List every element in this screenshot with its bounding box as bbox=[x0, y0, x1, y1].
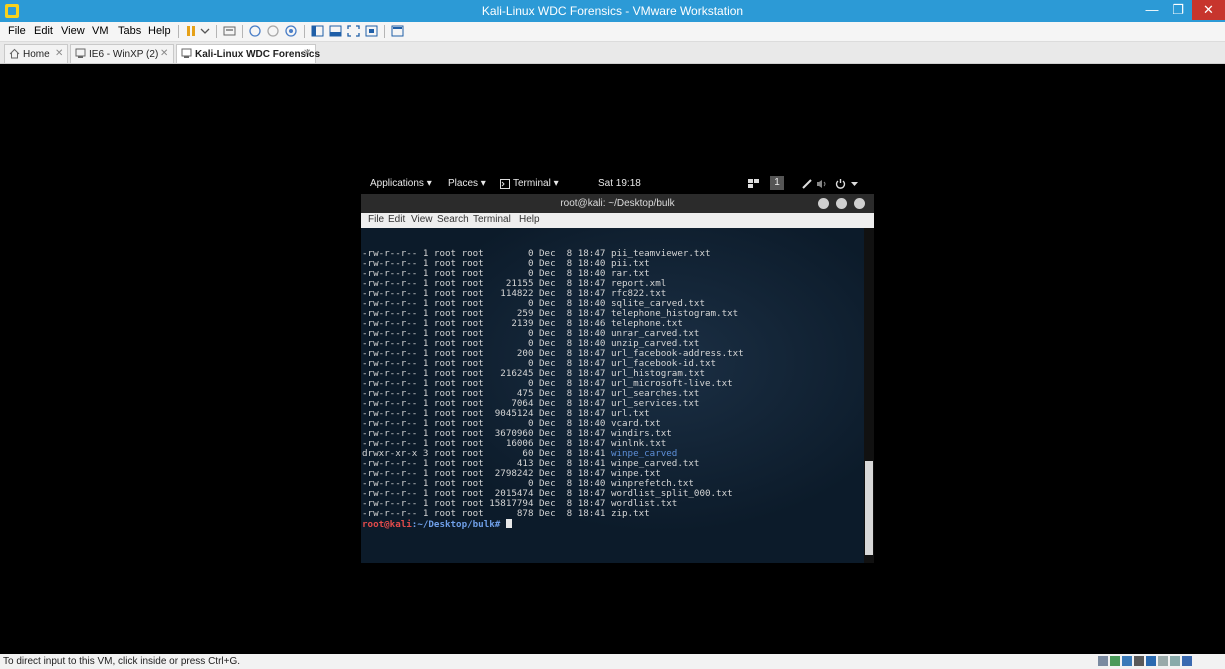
network-icon[interactable] bbox=[802, 179, 812, 189]
tab-label: Home bbox=[23, 49, 50, 60]
chevron-down-icon[interactable] bbox=[851, 182, 858, 187]
terminal-menu-edit[interactable]: Edit bbox=[388, 214, 405, 225]
gnome-top-panel: Applications ▾ Places ▾ Terminal ▾ Sat 1… bbox=[361, 174, 874, 194]
thumbnail-icon[interactable] bbox=[328, 24, 343, 38]
home-tab-icon bbox=[9, 48, 20, 59]
menu-view[interactable]: View bbox=[61, 25, 85, 37]
tab-close-icon[interactable]: ✕ bbox=[55, 48, 63, 59]
fullscreen-icon[interactable] bbox=[346, 24, 361, 38]
unity-icon[interactable] bbox=[364, 24, 379, 38]
scrollbar-thumb[interactable] bbox=[865, 461, 873, 555]
workspace-icon[interactable] bbox=[748, 179, 760, 189]
file-name: zip.txt bbox=[610, 508, 650, 519]
snapshot-manager-icon[interactable] bbox=[284, 24, 299, 38]
tab-close-icon[interactable]: ✕ bbox=[303, 48, 311, 59]
terminal-menu-file[interactable]: File bbox=[368, 214, 384, 225]
status-message: To direct input to this VM, click inside… bbox=[3, 656, 241, 667]
terminal-text: -rw-r--r-- 1 root root 0 Dec 8 18:47 pii… bbox=[362, 229, 744, 549]
statusbar: To direct input to this VM, click inside… bbox=[0, 654, 1225, 669]
tab-label: Kali-Linux WDC Forensics bbox=[195, 49, 321, 60]
menu-file[interactable]: File bbox=[8, 25, 26, 37]
toolbar-separator bbox=[242, 25, 243, 38]
cd-icon[interactable] bbox=[1110, 656, 1120, 666]
terminal-output[interactable]: -rw-r--r-- 1 root root 0 Dec 8 18:47 pii… bbox=[361, 228, 864, 563]
terminal-close-button[interactable] bbox=[854, 198, 865, 209]
toolbar-separator bbox=[178, 25, 179, 38]
terminal-title: root@kali: ~/Desktop/bulk bbox=[560, 198, 675, 209]
toolbar-separator bbox=[384, 25, 385, 38]
clock[interactable]: Sat 19:18 bbox=[598, 178, 641, 189]
send-keys-icon[interactable] bbox=[222, 24, 237, 38]
menu-help[interactable]: Help bbox=[148, 25, 171, 37]
vm-tab-bar: Home ✕ IE6 - WinXP (2) ✕ Kali-Linux WDC … bbox=[0, 42, 1225, 64]
hard-disk-icon[interactable] bbox=[1098, 656, 1108, 666]
tab-ie6-winxp[interactable]: IE6 - WinXP (2) ✕ bbox=[70, 44, 174, 63]
menu-edit[interactable]: Edit bbox=[34, 25, 53, 37]
terminal-menu[interactable]: Terminal ▾ bbox=[513, 178, 559, 189]
terminal-minimize-button[interactable] bbox=[818, 198, 829, 209]
volume-icon[interactable] bbox=[816, 179, 828, 189]
terminal-scrollbar[interactable] bbox=[864, 228, 874, 563]
menu-vm[interactable]: VM bbox=[92, 25, 109, 37]
tab-kali-linux[interactable]: Kali-Linux WDC Forensics ✕ bbox=[176, 44, 320, 63]
device-status-icons bbox=[1098, 656, 1194, 669]
file-permissions: -rw-r--r-- bbox=[362, 508, 418, 519]
close-button[interactable]: ✕ bbox=[1192, 0, 1225, 20]
snapshot-icon[interactable] bbox=[248, 24, 263, 38]
window-titlebar: Kali-Linux WDC Forensics - VMware Workst… bbox=[0, 0, 1225, 22]
prompt-path: :~/Desktop/bulk# bbox=[411, 519, 501, 530]
power-icon[interactable] bbox=[835, 178, 846, 189]
terminal-menu-search[interactable]: Search bbox=[437, 214, 469, 225]
terminal-menu-view[interactable]: View bbox=[411, 214, 433, 225]
terminal-menu-help[interactable]: Help bbox=[519, 214, 540, 225]
terminal-prompt-line: root@kali:~/Desktop/bulk# bbox=[362, 519, 744, 530]
text-cursor bbox=[505, 519, 512, 528]
toolbar-separator bbox=[304, 25, 305, 38]
places-menu[interactable]: Places ▾ bbox=[448, 178, 486, 189]
tab-close-icon[interactable]: ✕ bbox=[160, 48, 168, 59]
prompt-user: root@kali bbox=[362, 519, 412, 530]
vm-tab-icon bbox=[181, 48, 192, 58]
menu-tabs[interactable]: Tabs bbox=[118, 25, 141, 37]
menubar: File Edit View VM Tabs Help bbox=[0, 22, 1225, 42]
console-view-icon[interactable] bbox=[390, 24, 405, 38]
vm-tab-icon bbox=[75, 48, 86, 58]
terminal-menu-terminal[interactable]: Terminal bbox=[473, 214, 511, 225]
display-icon[interactable] bbox=[1170, 656, 1180, 666]
minimize-button[interactable]: — bbox=[1139, 0, 1165, 20]
pause-icon[interactable] bbox=[184, 24, 199, 38]
terminal-maximize-button[interactable] bbox=[836, 198, 847, 209]
window-title: Kali-Linux WDC Forensics - VMware Workst… bbox=[481, 4, 744, 18]
sound-icon[interactable] bbox=[1146, 656, 1156, 666]
terminal-app-icon bbox=[500, 179, 510, 189]
sidebar-icon[interactable] bbox=[310, 24, 325, 38]
file-meta: 1 root root 878 Dec 8 18:41 bbox=[417, 508, 611, 519]
terminal-line: -rw-r--r-- 1 root root 878 Dec 8 18:41 z… bbox=[362, 509, 744, 519]
terminal-titlebar: root@kali: ~/Desktop/bulk bbox=[361, 194, 874, 213]
applications-menu[interactable]: Applications ▾ bbox=[370, 178, 432, 189]
network-adapter-icon[interactable] bbox=[1122, 656, 1132, 666]
tab-label: IE6 - WinXP (2) bbox=[89, 49, 159, 60]
workspace-indicator[interactable]: 1 bbox=[770, 176, 784, 190]
tab-home[interactable]: Home ✕ bbox=[4, 44, 68, 63]
terminal-menubar: File Edit View Search Terminal Help bbox=[361, 213, 874, 228]
message-icon[interactable] bbox=[1182, 656, 1192, 666]
usb-icon[interactable] bbox=[1134, 656, 1144, 666]
printer-icon[interactable] bbox=[1158, 656, 1168, 666]
toolbar-separator bbox=[216, 25, 217, 38]
maximize-button[interactable]: ❐ bbox=[1165, 0, 1191, 20]
revert-snapshot-icon[interactable] bbox=[266, 24, 281, 38]
chevron-down-icon[interactable] bbox=[198, 24, 213, 38]
